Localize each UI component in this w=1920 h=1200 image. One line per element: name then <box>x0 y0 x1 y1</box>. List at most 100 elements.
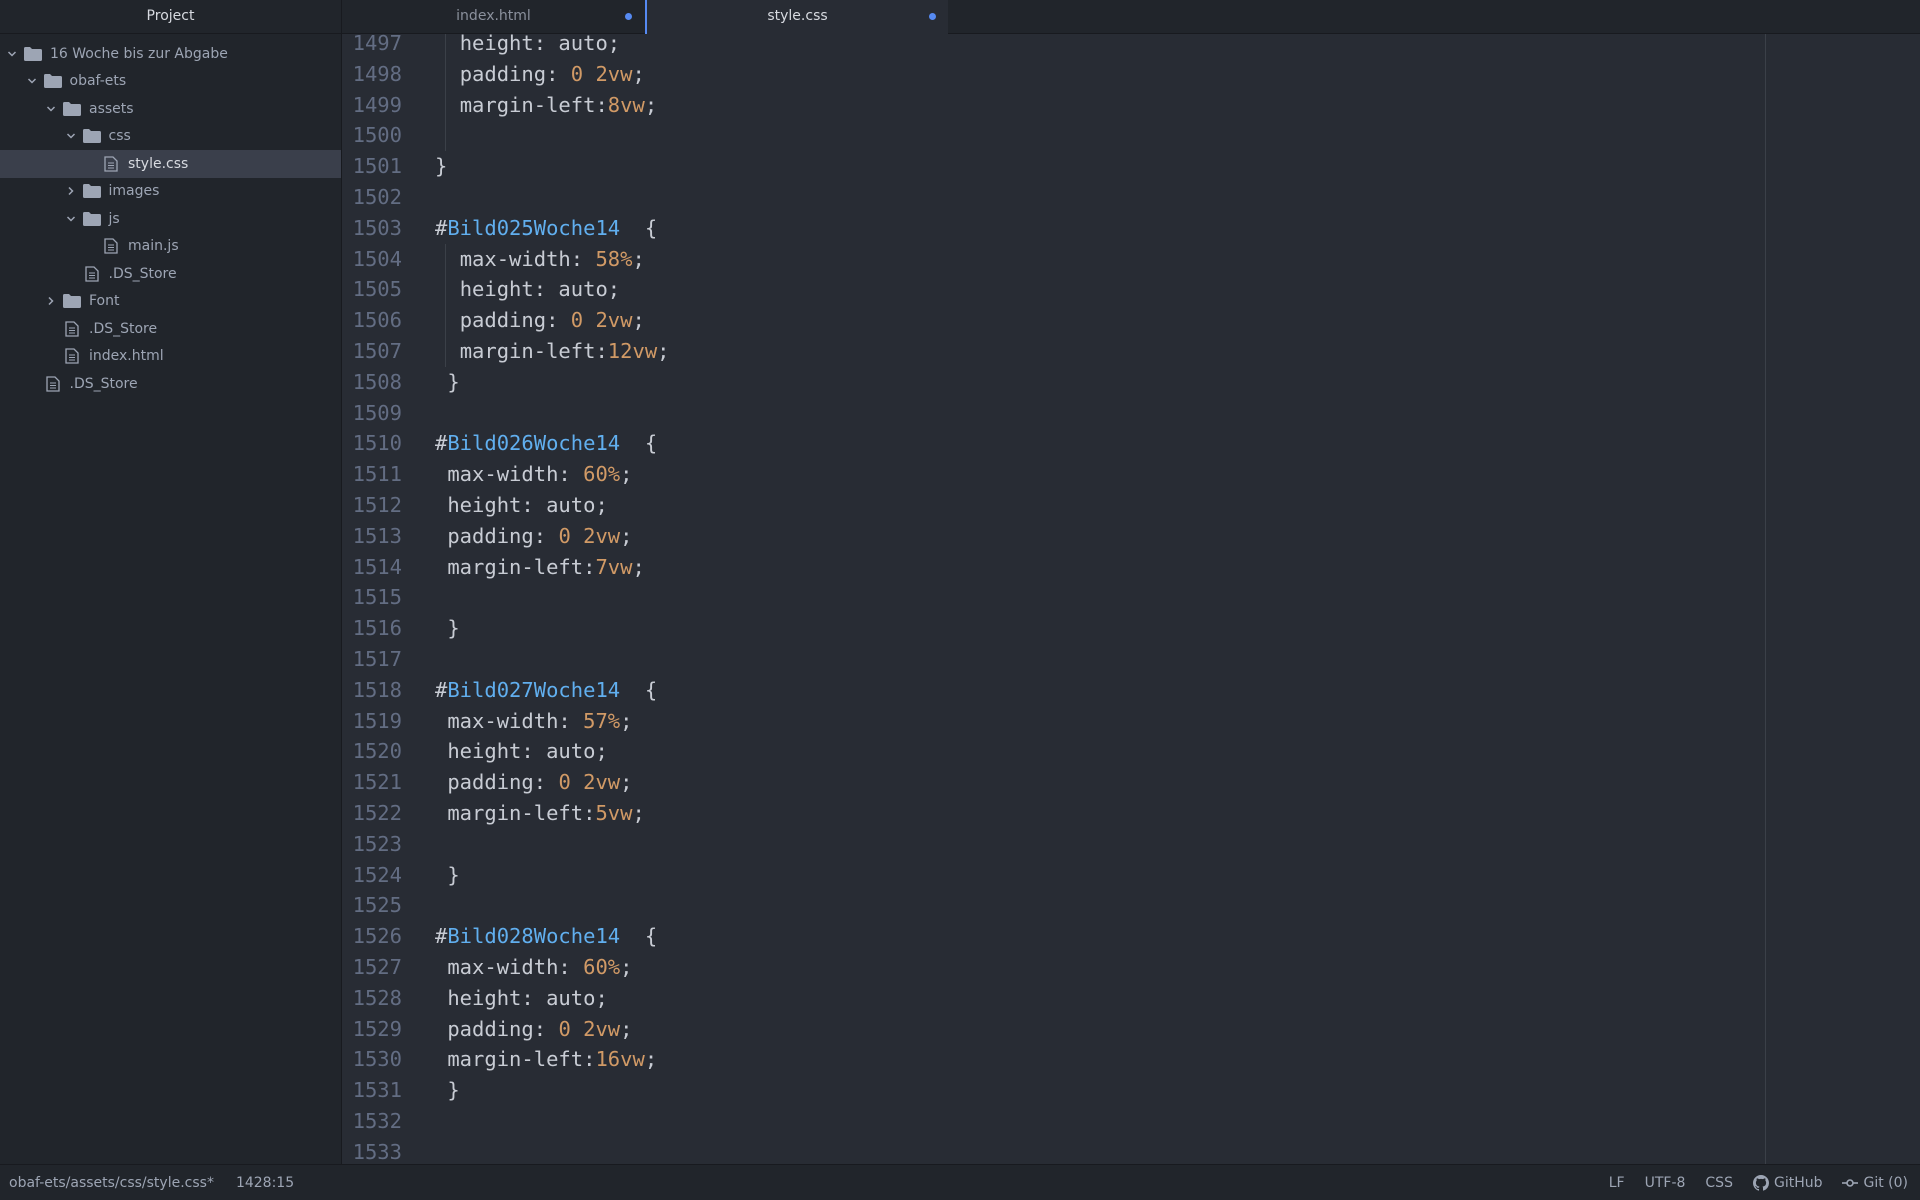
chevron-down-icon[interactable] <box>4 46 20 62</box>
code-token: ; <box>620 462 633 487</box>
indent-guide <box>445 34 446 59</box>
tab-style-css[interactable]: style.css <box>645 0 948 34</box>
code-line: 1497 height: auto; <box>342 34 670 59</box>
indent-guide <box>445 120 446 152</box>
css-selector: Bild025Woche14 <box>447 215 621 240</box>
code-token: height: auto; <box>459 34 621 55</box>
tree-file[interactable]: index.html <box>0 343 341 371</box>
code-token: margin-left: <box>447 1047 596 1072</box>
tab-index-html[interactable]: index.html <box>342 0 645 33</box>
chevron-down-icon[interactable] <box>24 73 40 89</box>
file-icon <box>63 348 81 364</box>
code-text: max-width: 57%; <box>416 706 632 737</box>
folder-icon <box>82 128 101 144</box>
code-line: 1523 <box>342 829 670 860</box>
code-editor[interactable]: 1497 height: auto; 1498 padding: 0 2vw; 14… <box>342 34 1920 1164</box>
cursor-position[interactable]: 1428:15 <box>236 1175 294 1191</box>
css-value: 5vw <box>595 800 633 825</box>
tree-folder[interactable]: js <box>0 205 341 233</box>
tree-folder[interactable]: obaf-ets <box>0 68 341 96</box>
code-text: } <box>416 860 460 891</box>
indent-guide <box>445 305 446 336</box>
code-line: 1524 } <box>342 860 670 891</box>
folder-icon <box>63 101 81 117</box>
chevron-down-icon[interactable] <box>63 211 79 227</box>
css-selector: Bild027Woche14 <box>447 677 621 702</box>
line-number: 1526 <box>352 924 402 949</box>
tab-bar: index.html style.css <box>342 0 1920 34</box>
chevron-down-icon[interactable] <box>43 101 59 117</box>
code-line: 1527 max-width: 60%; <box>342 952 670 983</box>
code-text: padding: 0 2vw; <box>416 305 645 336</box>
indent-guide <box>445 335 446 367</box>
code-text: padding: 0 2vw; <box>416 521 632 552</box>
code-token: { <box>620 431 658 456</box>
chevron-right-icon[interactable] <box>43 293 59 309</box>
chevron-right-icon[interactable] <box>63 183 79 199</box>
chevron-down-icon[interactable] <box>63 128 79 144</box>
tree-folder[interactable]: Font <box>0 288 341 316</box>
code-token: ; <box>632 308 645 333</box>
code-text: height: auto; <box>416 983 607 1014</box>
tab-label: style.css <box>767 8 828 24</box>
code-line: 1509 <box>342 398 670 429</box>
code-token: margin-left: <box>447 800 596 825</box>
grammar-selector[interactable]: CSS <box>1705 1175 1733 1191</box>
code-line: 1533 <box>342 1137 670 1164</box>
code-line: 1515 <box>342 582 670 613</box>
code-text: height: auto; <box>416 736 607 767</box>
css-value: 0 2vw <box>558 770 621 795</box>
editor-lines: 1497 height: auto; 1498 padding: 0 2vw; 14… <box>342 34 670 1164</box>
code-token: { <box>620 924 658 949</box>
line-number: 1514 <box>352 554 402 579</box>
file-tree: 16 Woche bis zur Abgabe obaf-ets assets css… <box>0 40 341 398</box>
code-token: max-width: <box>447 954 584 979</box>
code-line: 1511 max-width: 60%; <box>342 459 670 490</box>
line-ending[interactable]: LF <box>1609 1175 1625 1191</box>
git-button[interactable]: Git (0) <box>1842 1175 1908 1191</box>
code-token: } <box>447 862 460 887</box>
indent-guide <box>445 274 446 306</box>
tree-file[interactable]: .DS_Store <box>0 315 341 343</box>
indent-guide <box>445 58 446 90</box>
line-number: 1515 <box>352 585 402 610</box>
code-line: 1517 <box>342 644 670 675</box>
code-line: 1507 margin-left:12vw; <box>342 335 670 367</box>
css-value: 60% <box>583 954 621 979</box>
file-icon <box>44 376 62 392</box>
css-value: 16vw <box>595 1047 645 1072</box>
tree-file[interactable]: main.js <box>0 233 341 261</box>
css-selector: Bild028Woche14 <box>447 924 621 949</box>
file-encoding[interactable]: UTF-8 <box>1645 1175 1686 1191</box>
line-number: 1523 <box>352 831 402 856</box>
tree-item-label: .DS_Store <box>69 375 138 392</box>
code-token: margin-left: <box>459 92 608 117</box>
tree-folder[interactable]: images <box>0 178 341 206</box>
line-number: 1518 <box>352 677 402 702</box>
tree-folder[interactable]: 16 Woche bis zur Abgabe <box>0 40 341 68</box>
tree-item-label: assets <box>89 100 134 117</box>
github-button[interactable]: GitHub <box>1752 1174 1822 1191</box>
file-icon <box>83 266 101 282</box>
git-commit-icon <box>1842 1178 1859 1187</box>
code-token: # <box>435 677 448 702</box>
code-token: ; <box>620 954 633 979</box>
tree-file[interactable]: style.css <box>0 150 341 178</box>
code-text: } <box>416 367 459 398</box>
file-icon <box>102 156 120 172</box>
modified-indicator-icon <box>625 13 632 20</box>
tree-file[interactable]: .DS_Store <box>0 370 341 398</box>
file-path[interactable]: obaf-ets/assets/css/style.css* <box>9 1175 214 1191</box>
css-value: 0 2vw <box>558 1016 621 1041</box>
tree-folder[interactable]: assets <box>0 95 341 123</box>
code-text: #Bild025Woche14 { <box>416 213 657 244</box>
line-number: 1516 <box>352 616 402 641</box>
line-number: 1520 <box>352 739 402 764</box>
code-line: 1513 padding: 0 2vw; <box>342 521 670 552</box>
tree-folder[interactable]: css <box>0 123 341 151</box>
tree-file[interactable]: .DS_Store <box>0 260 341 288</box>
